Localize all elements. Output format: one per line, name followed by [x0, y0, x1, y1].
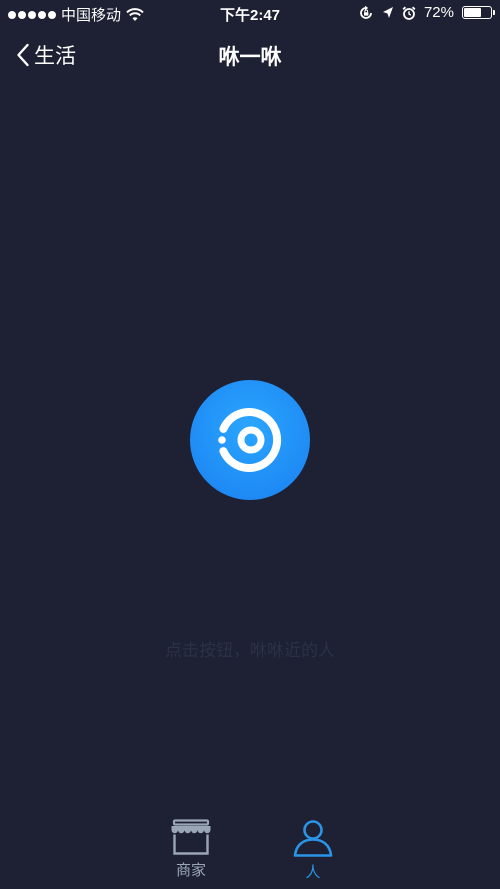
store-icon	[171, 819, 211, 855]
status-bar: 中国移动 下午2:47 72%	[0, 0, 500, 28]
person-icon	[293, 820, 333, 857]
battery-fill	[464, 8, 481, 17]
tab-merchant[interactable]: 商家	[151, 819, 231, 880]
tab-bar: 商家 人	[0, 809, 500, 889]
rotation-lock-icon	[360, 5, 372, 19]
scan-button[interactable]	[190, 380, 310, 500]
battery-icon	[462, 6, 495, 19]
tab-merchant-label: 商家	[175, 862, 206, 879]
status-right: 72%	[358, 4, 495, 21]
page-title: 咻一咻	[218, 46, 282, 69]
tab-people[interactable]: 人	[273, 819, 353, 882]
tab-people-label: 人	[305, 864, 321, 881]
location-icon	[382, 6, 393, 18]
alarm-icon	[402, 6, 416, 20]
nav-bar: 生活 咻一咻	[0, 28, 500, 84]
radar-scan-icon	[218, 408, 282, 472]
hint-text: 点击按钮，咻咻近的人	[165, 641, 335, 660]
battery-percent: 72%	[423, 4, 454, 21]
